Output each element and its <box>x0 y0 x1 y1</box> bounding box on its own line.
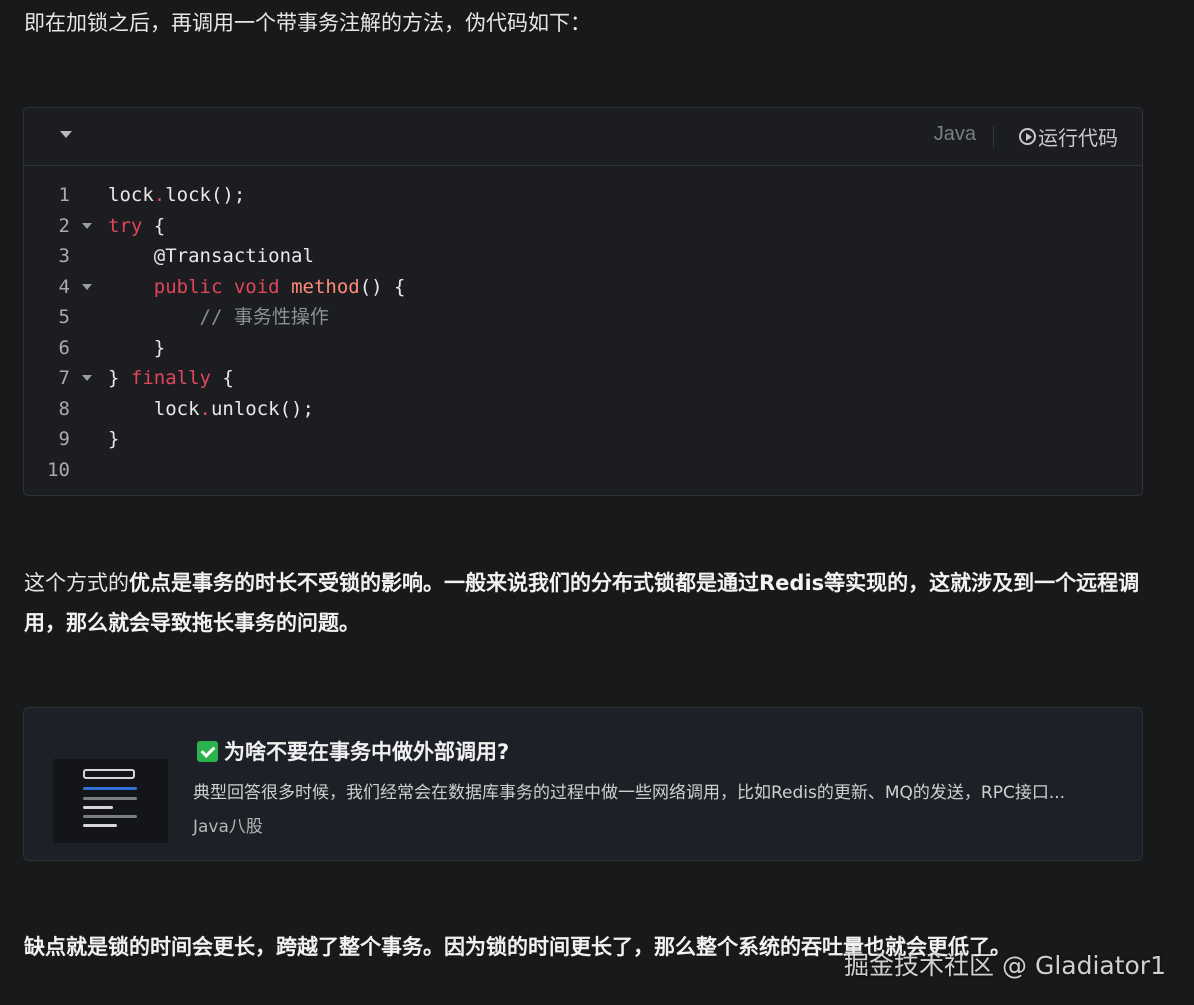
code-text: try { <box>108 211 165 242</box>
thumb-line <box>83 815 137 818</box>
code-text: lock.lock(); <box>108 180 245 211</box>
code-line: 10 <box>24 455 1142 486</box>
code-text: // 事务性操作 <box>108 302 329 333</box>
thumb-line <box>83 797 137 800</box>
code-token: lock(); <box>165 184 246 206</box>
code-token: void <box>233 275 280 298</box>
card-title[interactable]: 为啥不要在事务中做外部调用? <box>197 736 509 766</box>
code-line: 1 lock.lock(); <box>24 180 1142 211</box>
code-token: lock <box>108 397 200 420</box>
code-token: . <box>199 397 211 420</box>
run-code-button[interactable]: 运行代码 <box>1019 122 1118 151</box>
run-code-label: 运行代码 <box>1038 126 1118 150</box>
card-source: Java八股 <box>193 817 263 837</box>
fold-arrow-icon[interactable] <box>82 222 92 229</box>
line-number: 5 <box>58 306 70 328</box>
advantage-prefix: 这个方式的 <box>24 571 129 595</box>
code-token: { <box>142 214 166 237</box>
code-text: public void method() { <box>108 272 406 303</box>
code-token: @Transactional <box>108 245 314 267</box>
code-token: lock <box>108 184 154 206</box>
document-thumbnail-icon <box>53 759 168 843</box>
code-token: unlock(); <box>210 397 314 420</box>
code-token: () { <box>359 275 406 298</box>
code-body: 1 lock.lock(); 2 try {3 @Transactional 4 pub… <box>24 166 1142 485</box>
article-link-card[interactable]: 为啥不要在事务中做外部调用? 典型回答很多时候，我们经常会在数据库事务的过程中做… <box>23 707 1143 861</box>
line-number: 2 <box>58 214 70 237</box>
line-number: 7 <box>58 367 70 389</box>
code-block: Java 运行代码 1 lock.lock(); 2 try {3 @Transact… <box>23 107 1143 496</box>
line-number: 10 <box>47 458 70 481</box>
code-line: 5 // 事务性操作 <box>24 302 1142 333</box>
thumb-box-shape <box>83 769 135 779</box>
code-line: 8 lock.unlock(); <box>24 394 1142 425</box>
code-line: 6 } <box>24 333 1142 364</box>
code-text: lock.unlock(); <box>108 394 314 425</box>
line-number: 4 <box>58 275 70 298</box>
code-line: 7} finally { <box>24 363 1142 394</box>
advantage-bold-text: 优点是事务的时长不受锁的影响。一般来说我们的分布式锁都是通过Redis等实现的，… <box>24 571 1140 635</box>
code-token: } <box>108 428 120 450</box>
code-text: } <box>108 333 165 364</box>
code-line: 2 try { <box>24 211 1142 242</box>
line-number: 9 <box>58 428 70 450</box>
watermark-text: 掘金技术社区 @ Gladiator1 <box>844 951 1166 980</box>
code-line: 9} <box>24 424 1142 455</box>
thumb-line <box>83 806 113 809</box>
code-token: } <box>108 367 131 389</box>
code-line: 4 public void method() { <box>24 272 1142 303</box>
code-block-header: Java 运行代码 <box>24 108 1142 166</box>
check-mark-icon <box>197 740 218 762</box>
line-number: 6 <box>58 336 70 359</box>
header-divider <box>993 126 994 148</box>
collapse-chevron-icon[interactable] <box>60 131 72 138</box>
code-text: } <box>108 424 119 455</box>
code-token: finally <box>130 367 211 389</box>
code-token: // 事务性操作 <box>108 306 329 328</box>
fold-arrow-icon[interactable] <box>82 283 92 290</box>
code-line: 3 @Transactional <box>24 241 1142 272</box>
code-text: } finally { <box>108 363 234 394</box>
code-token: } <box>108 336 166 359</box>
line-number: 8 <box>58 397 70 420</box>
intro-paragraph: 即在加锁之后，再调用一个带事务注解的方法，伪代码如下： <box>24 11 591 35</box>
thumb-line-blue <box>83 787 137 790</box>
code-token: public <box>153 275 223 298</box>
code-token: . <box>153 184 166 206</box>
line-number: 1 <box>58 184 70 206</box>
line-number: 3 <box>58 245 70 267</box>
code-token: try <box>108 214 143 237</box>
fold-arrow-icon[interactable] <box>82 375 92 381</box>
advantage-paragraph: 这个方式的优点是事务的时长不受锁的影响。一般来说我们的分布式锁都是通过Redis… <box>24 563 1154 643</box>
code-token: method <box>291 275 360 298</box>
code-token: { <box>210 367 234 389</box>
card-description: 典型回答很多时候，我们经常会在数据库事务的过程中做一些网络调用，比如Redis的… <box>193 783 1066 803</box>
code-language-label: Java <box>933 123 976 145</box>
code-text: @Transactional <box>108 241 314 272</box>
card-title-text: 为啥不要在事务中做外部调用? <box>224 740 510 764</box>
thumb-line <box>83 824 117 827</box>
play-circle-icon <box>1019 128 1036 145</box>
